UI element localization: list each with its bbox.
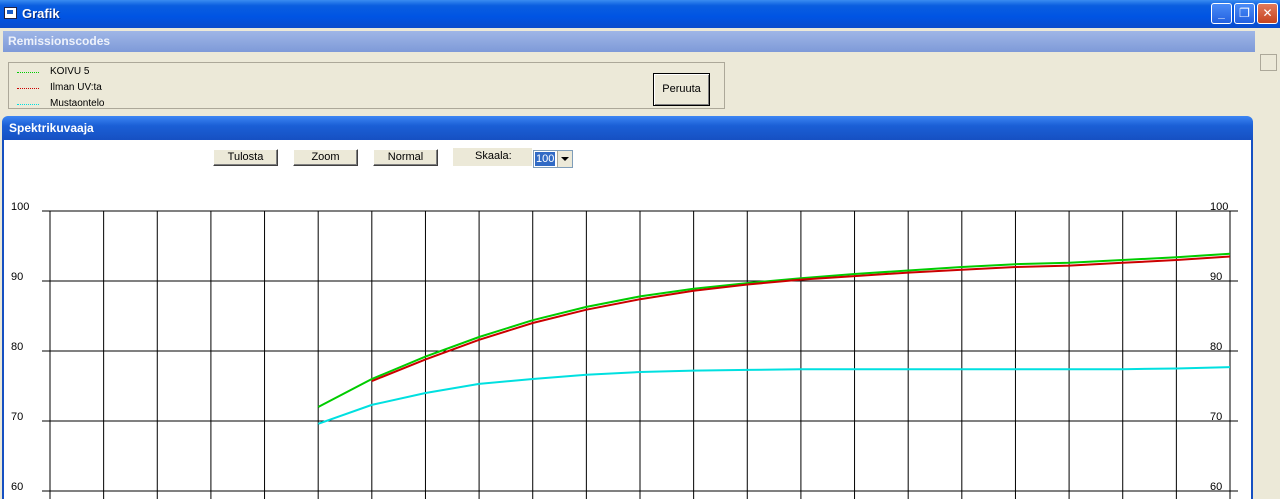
y-tick-label-right: 90 xyxy=(1210,271,1222,283)
y-tick-label-right: 60 xyxy=(1210,481,1222,493)
spectrum-chart: 100 100 90 90 80 80 70 70 60 60 xyxy=(11,201,1238,499)
y-tick-label-left: 60 xyxy=(11,481,23,493)
y-tick-label-left: 100 xyxy=(11,201,29,213)
series-line xyxy=(317,252,1231,408)
y-tick-label-right: 80 xyxy=(1210,341,1222,353)
series-line xyxy=(317,366,1231,425)
y-tick-label-right: 100 xyxy=(1210,201,1228,213)
y-tick-label-right: 70 xyxy=(1210,411,1222,423)
y-tick-label-left: 70 xyxy=(11,411,23,423)
y-tick-label-left: 80 xyxy=(11,341,23,353)
y-tick-label-left: 90 xyxy=(11,271,23,283)
